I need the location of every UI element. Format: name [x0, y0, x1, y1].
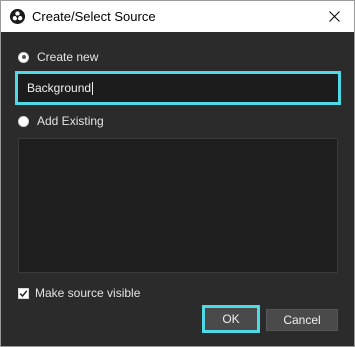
- make-visible-checkbox[interactable]: [18, 287, 29, 299]
- add-existing-radio[interactable]: [18, 115, 29, 127]
- ok-button[interactable]: OK: [202, 305, 260, 333]
- cancel-button[interactable]: Cancel: [266, 309, 338, 331]
- source-name-value: Background: [27, 81, 92, 95]
- close-icon: [328, 11, 340, 22]
- create-new-label: Create new: [37, 50, 99, 64]
- title-bar: Create/Select Source: [1, 1, 354, 32]
- source-name-input[interactable]: Background: [15, 71, 341, 105]
- checkmark-icon: [19, 289, 28, 297]
- create-select-source-dialog: Create/Select Source Create new Backgrou…: [0, 0, 355, 347]
- obs-logo-icon: [10, 9, 25, 24]
- add-existing-label: Add Existing: [37, 114, 104, 128]
- make-visible-label: Make source visible: [35, 286, 141, 300]
- create-new-option[interactable]: Create new: [18, 49, 98, 65]
- dialog-title: Create/Select Source: [32, 9, 156, 24]
- text-caret: [92, 81, 94, 95]
- existing-sources-list[interactable]: [18, 138, 338, 273]
- add-existing-option[interactable]: Add Existing: [18, 113, 104, 129]
- make-visible-option[interactable]: Make source visible: [18, 285, 140, 301]
- create-new-radio[interactable]: [18, 51, 29, 63]
- close-button[interactable]: [314, 1, 354, 32]
